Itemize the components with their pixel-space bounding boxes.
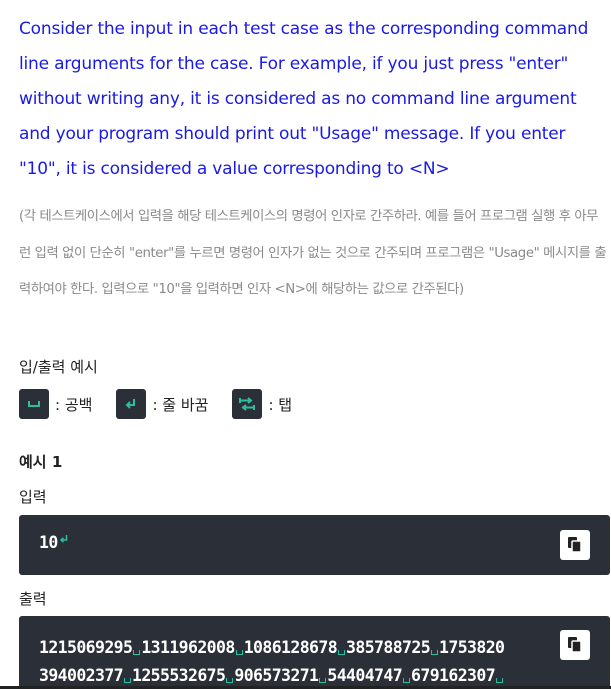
output-number: 1311962008 [141, 638, 235, 657]
output-number: 394002377 [39, 666, 124, 685]
problem-description-page: Consider the input in each test case as … [0, 0, 611, 689]
output-number: 1255532675 [132, 666, 226, 685]
output-number: 54404747 [327, 666, 403, 685]
output-number: 679162307 [411, 666, 496, 685]
newline-icon [59, 535, 67, 543]
input-label: 입력 [19, 488, 47, 506]
output-code-text: 1215069295 1311962008 1086128678 385788725 1… [39, 634, 505, 689]
space-icon [225, 671, 234, 683]
output-label: 출력 [19, 590, 47, 608]
input-value: 10 [39, 533, 58, 552]
intro-korean-text: (각 테스트케이스에서 입력을 해당 테스트케이스의 명령어 인자로 간주하라.… [19, 209, 607, 297]
whitespace-legend: : 공백 : 줄 바꿈 : 탭 [19, 389, 316, 419]
output-number: 385788725 [346, 638, 431, 657]
intro-english-text: Consider the input in each test case as … [19, 19, 589, 179]
space-icon [123, 671, 132, 683]
io-section-title: 입/출력 예시 [19, 358, 98, 376]
input-code-block: 10 [19, 515, 610, 575]
tab-icon [232, 389, 263, 419]
output-line: 394002377 1255532675 906573271 54404747 6791… [39, 666, 504, 685]
space-icon [495, 671, 504, 683]
legend-label-newline: : 줄 바꿈 [152, 395, 209, 414]
output-number: 1086128678 [243, 638, 338, 657]
space-icon [19, 389, 49, 419]
space-icon [318, 671, 327, 683]
output-number: 1215069295 [39, 638, 133, 657]
legend-label-tab: : 탭 [268, 395, 293, 414]
copy-icon [568, 637, 582, 653]
copy-input-button[interactable] [560, 530, 590, 560]
space-icon [430, 643, 439, 655]
legend-label-space: : 공백 [55, 395, 93, 414]
copy-output-button[interactable] [560, 630, 590, 660]
newline-icon [116, 389, 147, 419]
space-icon [132, 643, 141, 655]
output-line: 1215069295 1311962008 1086128678 385788725 1… [39, 638, 505, 657]
output-number: 906573271 [234, 666, 319, 685]
space-icon [402, 671, 411, 683]
space-icon [235, 643, 244, 655]
output-code-block: 1215069295 1311962008 1086128678 385788725 1… [19, 616, 610, 689]
input-code-text: 10 [39, 533, 69, 552]
output-number: 1753820 [439, 638, 505, 657]
copy-icon [568, 537, 582, 553]
example-title: 예시 1 [19, 453, 63, 471]
space-icon [337, 643, 346, 655]
